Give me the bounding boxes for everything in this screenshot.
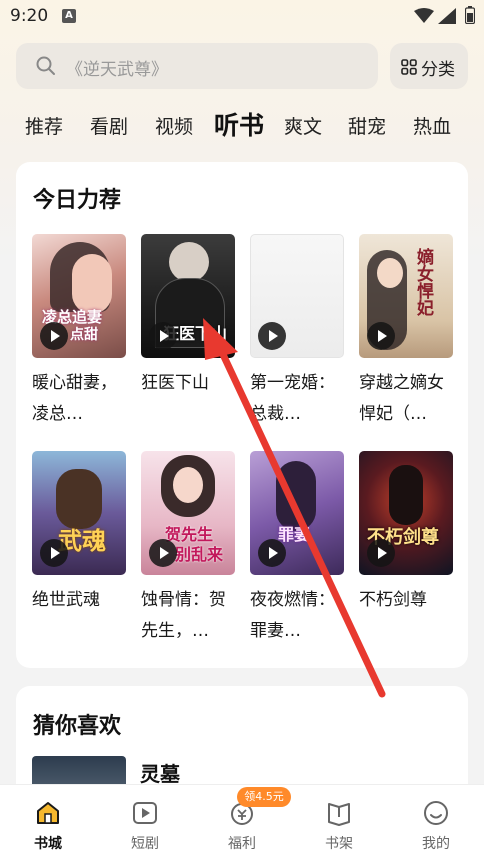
welfare-badge: 领4.5元	[237, 787, 291, 807]
book-title: 不朽剑尊	[359, 590, 427, 610]
book-icon	[328, 803, 350, 826]
today-picks-card: 今日力荐 凌总追妻 点甜 暖心甜妻，凌总… 狂医下山 狂医下山 第一宠婚：总裁…	[16, 162, 468, 668]
book-title: 暖心甜妻，凌总…	[32, 373, 117, 424]
notification-a-icon: A	[62, 9, 76, 23]
nav-shorts[interactable]: 短剧	[97, 785, 193, 860]
cover-title: 嫡女悍妃	[413, 248, 433, 316]
smile-icon	[424, 801, 448, 825]
category-tabs: 推荐 看剧 视频 听书 爽文 甜宠 热血	[0, 104, 484, 148]
category-label: 分类	[421, 60, 455, 80]
nav-label: 书架	[325, 836, 353, 852]
tab-drama[interactable]: 看剧	[90, 112, 128, 139]
nav-label: 短剧	[131, 836, 159, 852]
tab-shuangwen[interactable]: 爽文	[284, 112, 322, 139]
signal-icon	[438, 8, 456, 24]
cover-title: 罪妻	[278, 525, 311, 544]
bookstore-icon	[37, 802, 59, 824]
nav-label: 我的	[422, 836, 450, 852]
book-title[interactable]: 灵墓	[140, 758, 180, 787]
status-bar: 9:20 A	[0, 0, 484, 34]
tab-hotblood[interactable]: 热血	[413, 112, 451, 139]
play-icon[interactable]	[149, 322, 177, 350]
tab-video[interactable]: 视频	[155, 112, 193, 139]
play-video-icon	[133, 802, 157, 824]
play-icon[interactable]	[149, 539, 177, 567]
nav-mine[interactable]: 我的	[388, 785, 484, 860]
cover-subtitle: 别乱来	[175, 545, 224, 564]
wifi-icon	[414, 8, 434, 23]
section-title: 今日力荐	[33, 188, 122, 213]
play-icon[interactable]	[367, 322, 395, 350]
play-icon[interactable]	[367, 539, 395, 567]
book-title: 绝世武魂	[32, 590, 100, 610]
play-icon[interactable]	[40, 322, 68, 350]
tab-recommend[interactable]: 推荐	[25, 112, 63, 139]
cover-subtitle: 点甜	[70, 327, 98, 343]
nav-label: 福利	[228, 836, 256, 852]
play-icon[interactable]	[258, 539, 286, 567]
search-input[interactable]: 《逆天武尊》	[16, 43, 378, 89]
book-title: 夜夜燃情：罪妻…	[250, 590, 335, 641]
play-icon[interactable]	[40, 539, 68, 567]
battery-icon	[465, 6, 475, 24]
book-title: 蚀骨情：贺先生，…	[141, 590, 226, 641]
category-button[interactable]: 分类	[390, 43, 468, 89]
section-title: 猜你喜欢	[33, 714, 122, 739]
play-icon[interactable]	[258, 322, 286, 350]
search-placeholder: 《逆天武尊》	[66, 60, 168, 80]
nav-bookstore[interactable]: 书城	[0, 785, 96, 860]
nav-bookshelf[interactable]: 书架	[291, 785, 387, 860]
book-title: 狂医下山	[141, 373, 209, 393]
search-icon	[36, 56, 55, 75]
tab-sweet[interactable]: 甜宠	[348, 112, 386, 139]
book-title: 穿越之嫡女悍妃（…	[359, 373, 444, 424]
tab-audiobook[interactable]: 听书	[214, 106, 264, 142]
grid-icon	[401, 59, 417, 75]
book-title: 第一宠婚：总裁…	[250, 373, 335, 424]
nav-label: 书城	[34, 836, 62, 852]
status-time: 9:20	[10, 6, 49, 26]
